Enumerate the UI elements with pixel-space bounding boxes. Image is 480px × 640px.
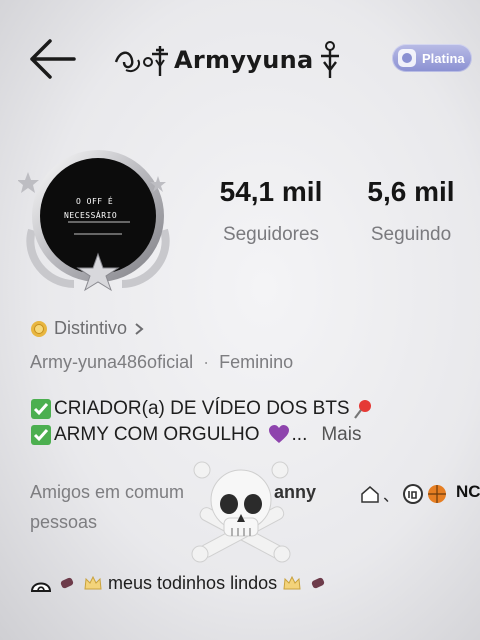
candy-icon bbox=[311, 577, 325, 589]
pushpin-icon bbox=[353, 400, 371, 419]
badge-link[interactable]: Distintivo bbox=[30, 318, 145, 339]
house-icon bbox=[361, 486, 379, 503]
candy-icon bbox=[60, 577, 74, 589]
chevron-right-icon bbox=[135, 322, 144, 335]
mutual-friend-name-cut[interactable]: NC bbox=[456, 482, 480, 502]
profile-title-group: Armyyuna bbox=[112, 36, 343, 84]
crown-icon bbox=[84, 575, 102, 590]
username: Army-yuna486oficial bbox=[30, 352, 194, 372]
check-box-icon bbox=[31, 399, 51, 419]
followers-count[interactable]: 54,1 mil bbox=[196, 176, 346, 208]
badge-link-label: Distintivo bbox=[54, 318, 128, 338]
gender-label: Feminino bbox=[219, 352, 294, 372]
crown-icon bbox=[283, 575, 301, 590]
avatar-caption-line2: NECESSÁRIO bbox=[64, 211, 118, 220]
following-label[interactable]: Seguindo bbox=[336, 224, 480, 246]
bio-line-1: CRIADOR(a) DE VÍDEO DOS BTS bbox=[30, 398, 374, 420]
ornament-icon bbox=[114, 46, 168, 76]
friends-separator: 、 bbox=[383, 488, 400, 505]
mutual-friends-count-label: pessoas bbox=[30, 512, 98, 532]
rank-badge-icon bbox=[398, 49, 416, 67]
rank-badge-label: Platina bbox=[422, 50, 465, 66]
profile-subline: Army-yuna486oficial · Feminino bbox=[30, 352, 293, 373]
igloo-icon bbox=[30, 582, 52, 592]
check-box-icon bbox=[31, 425, 51, 445]
pinned-item[interactable]: meus todinhos lindos bbox=[30, 572, 329, 594]
separator: · bbox=[203, 352, 210, 372]
bio-text-1: CRIADOR(a) DE VÍDEO DOS BTS bbox=[54, 398, 350, 419]
badge-medal-icon bbox=[31, 320, 47, 337]
avatar-caption-line1: O OFF É bbox=[76, 197, 114, 206]
back-arrow-icon[interactable] bbox=[26, 36, 78, 82]
purple-heart-icon bbox=[268, 425, 289, 443]
age-18-icon bbox=[403, 484, 424, 504]
followers-label[interactable]: Seguidores bbox=[196, 224, 346, 246]
basketball-icon bbox=[428, 485, 447, 503]
more-link[interactable]: Mais bbox=[321, 424, 361, 446]
pinned-item-label: meus todinhos lindos bbox=[108, 572, 278, 593]
profile-title: Armyyuna bbox=[174, 46, 314, 74]
bio-line-2: ARMY COM ORGULHO ... Mais bbox=[30, 424, 361, 446]
bio-text-2: ARMY COM ORGULHO bbox=[54, 424, 260, 445]
mutual-friends-label[interactable]: Amigos em comum bbox=[30, 482, 184, 503]
bio-ellipsis: ... bbox=[291, 424, 308, 445]
following-count[interactable]: 5,6 mil bbox=[336, 176, 480, 208]
ornament-icon bbox=[321, 41, 340, 78]
rank-badge[interactable]: Platina bbox=[392, 44, 472, 72]
mutual-friends-icons: 、 bbox=[360, 482, 447, 506]
skull-crossbones-icon bbox=[191, 461, 291, 563]
